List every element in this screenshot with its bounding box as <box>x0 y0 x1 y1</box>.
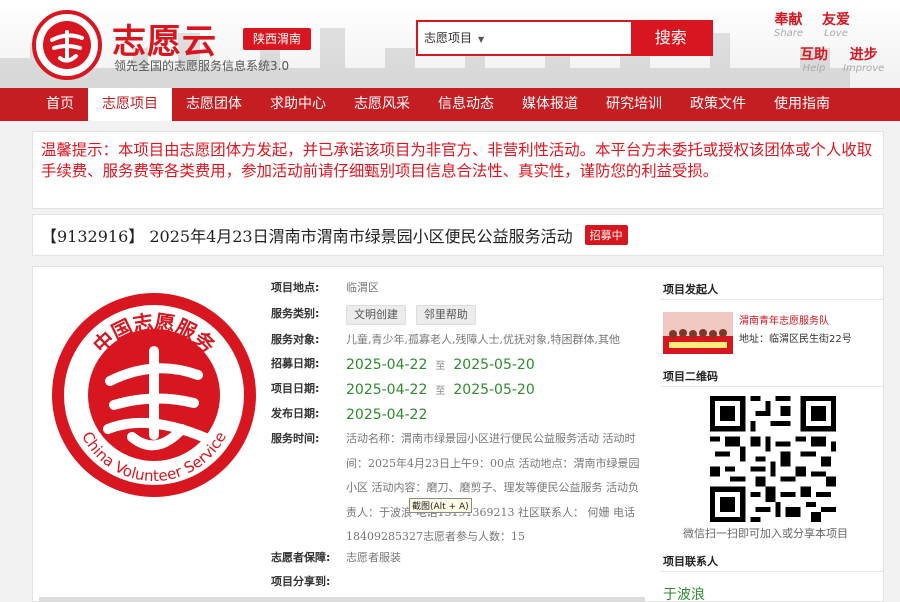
chevron-down-icon: ▼ <box>478 35 485 44</box>
nav-media[interactable]: 媒体报道 <box>508 88 592 121</box>
location-value: 临渭区 <box>346 281 379 294</box>
target-value: 儿童,青少年,孤寡老人,残障人士,优抚对象,特困群体,其他 <box>346 333 620 346</box>
contact-name: 于波浪 <box>663 587 705 602</box>
search-box: 志愿项目 ▼ 搜索 <box>416 20 713 56</box>
row-service-time: 服务时间: 活动名称：渭南市绿景园小区进行便民公益服务活动 活动时间：2025年… <box>271 430 651 550</box>
org-name-link[interactable]: 渭南青年志愿服务队 <box>739 312 829 327</box>
warning-notice: 温馨提示：本项目由志愿团体方发起，并已承诺该项目为非官方、非营利性活动。本平台方… <box>32 131 884 209</box>
row-insurance: 志愿者保障: 志愿者服装 <box>271 551 401 564</box>
row-publish-date: 发布日期: 2025-04-22 <box>271 407 428 423</box>
row-recruit-date: 招募日期: 2025-04-22 至 2025-05-20 <box>271 357 535 373</box>
nav-home[interactable]: 首页 <box>32 88 88 121</box>
row-target: 服务对象: 儿童,青少年,孤寡老人,残障人士,优抚对象,特困群体,其他 <box>271 331 651 349</box>
site-header: 志愿云 陕西渭南 领先全国的志愿服务信息系统3.0 志愿项目 ▼ 搜索 奉献 Sha… <box>0 0 900 88</box>
contact-heading: 项目联系人 <box>661 553 883 572</box>
project-title: 【9132916】 2025年4月23日渭南市渭南市绿景园小区便民公益服务活动 <box>41 227 573 246</box>
china-volunteer-logo[interactable] <box>32 10 102 80</box>
nav-projects[interactable]: 志愿项目 <box>88 88 172 121</box>
horizontal-scrollbar[interactable] <box>39 597 645 602</box>
nav-policy[interactable]: 政策文件 <box>676 88 760 121</box>
nav-help-center[interactable]: 求助中心 <box>256 88 340 121</box>
nav-news[interactable]: 信息动态 <box>424 88 508 121</box>
motto-improve: 进步 Improve <box>843 47 885 74</box>
brand-name[interactable]: 志愿云 <box>112 14 217 63</box>
slogan: 领先全国的志愿服务信息系统3.0 <box>114 59 290 73</box>
search-category-select[interactable]: 志愿项目 ▼ <box>418 22 631 54</box>
row-location: 项目地点: 临渭区 <box>271 279 651 297</box>
status-badge: 招募中 <box>584 225 628 245</box>
qr-heading: 项目二维码 <box>661 368 883 387</box>
motto-share: 奉献 Share <box>774 12 804 39</box>
qr-code-icon <box>710 396 836 522</box>
search-button[interactable]: 搜索 <box>630 22 711 54</box>
category-tag[interactable]: 邻里帮助 <box>415 305 476 325</box>
screenshot-tooltip: 截图(Alt + A) <box>409 498 472 513</box>
org-address: 地址：临渭区民生街22号 <box>739 334 852 345</box>
project-title-bar: 【9132916】 2025年4月23日渭南市渭南市绿景园小区便民公益服务活动 … <box>32 214 884 256</box>
motto-help: 互助 Help <box>800 47 828 74</box>
project-logo-image: 中国志愿服务 China Volunteer Service <box>52 293 256 497</box>
row-share: 项目分享到: <box>271 575 331 588</box>
region-badge[interactable]: 陕西渭南 <box>243 28 311 50</box>
category-tag[interactable]: 文明创建 <box>346 305 406 325</box>
nav-groups[interactable]: 志愿团体 <box>172 88 256 121</box>
nav-research[interactable]: 研究培训 <box>592 88 676 121</box>
motto-love: 友爱 Love <box>822 12 850 39</box>
nav-guide[interactable]: 使用指南 <box>760 88 844 121</box>
row-project-date: 项目日期: 2025-04-22 至 2025-05-20 <box>271 382 535 398</box>
project-detail-panel: 中国志愿服务 China Volunteer Service 项目地点: 临渭区… <box>32 266 884 602</box>
sponsor-heading: 项目发起人 <box>661 281 883 300</box>
qr-caption: 微信扫一扫即可加入或分享本项目 <box>683 527 848 540</box>
org-group-photo[interactable] <box>663 312 733 354</box>
main-nav: 首页 志愿项目 志愿团体 求助中心 志愿风采 信息动态 媒体报道 研究培训 政策… <box>0 88 900 121</box>
row-category: 服务类别: 文明创建 邻里帮助 <box>271 305 651 325</box>
nav-showcase[interactable]: 志愿风采 <box>340 88 424 121</box>
service-description: 活动名称：渭南市绿景园小区进行便民公益服务活动 活动时间：2025年4月23日上… <box>346 432 640 543</box>
